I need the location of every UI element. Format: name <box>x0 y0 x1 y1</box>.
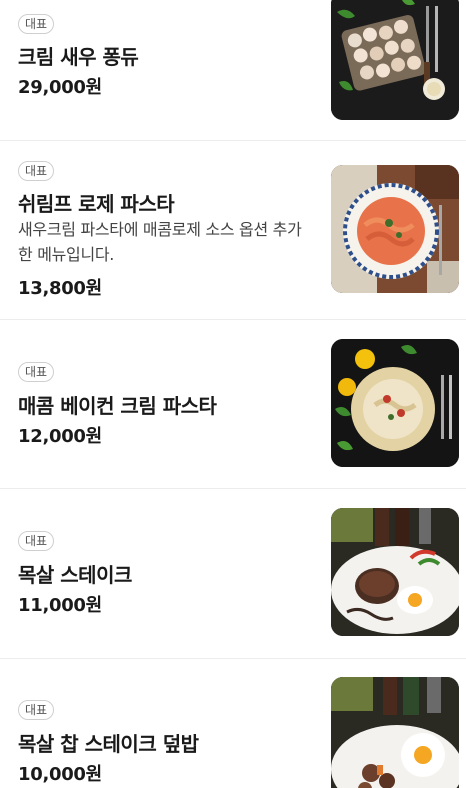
chop-steak-rice-bowl-photo-icon <box>331 677 459 788</box>
signature-badge: 대표 <box>18 362 55 382</box>
menu-item-price: 12,000원 <box>18 426 102 447</box>
menu-item-name: 매콤 베이컨 크림 파스타 <box>18 394 217 418</box>
signature-badge: 대표 <box>18 531 55 551</box>
bacon-cream-pasta-photo-icon <box>331 339 459 467</box>
menu-list: 대표 크림 새우 퐁듀 29,000원 대표 쉬림프 로제 파스타 새우크림 파… <box>0 0 466 788</box>
menu-item-photo[interactable] <box>331 339 459 467</box>
menu-item-shrimp-fondue[interactable]: 대표 크림 새우 퐁듀 29,000원 <box>0 0 466 141</box>
menu-item-name: 쉬림프 로제 파스타 <box>18 192 175 216</box>
menu-item-spicy-bacon-cream-pasta[interactable]: 대표 매콤 베이컨 크림 파스타 12,000원 <box>0 320 466 489</box>
signature-badge: 대표 <box>18 161 55 181</box>
menu-item-name: 목살 스테이크 <box>18 563 132 587</box>
signature-badge: 대표 <box>18 14 55 34</box>
shrimp-fondue-photo-icon <box>331 0 459 120</box>
menu-item-pork-chop-steak-rice-bowl[interactable]: 대표 목살 찹 스테이크 덮밥 10,000원 <box>0 659 466 788</box>
menu-item-price: 11,000원 <box>18 595 102 616</box>
menu-item-description: 새우크림 파스타에 매콤로제 소스 옵션 추가한 메뉴입니다. <box>18 220 302 264</box>
menu-item-photo[interactable] <box>331 677 459 788</box>
menu-item-shrimp-rose-pasta[interactable]: 대표 쉬림프 로제 파스타 새우크림 파스타에 매콤로제 소스 옵션 추가한 메… <box>0 141 466 320</box>
rose-pasta-photo-icon <box>331 165 459 293</box>
menu-item-name: 크림 새우 퐁듀 <box>18 45 139 69</box>
menu-item-price: 10,000원 <box>18 764 102 785</box>
pork-steak-photo-icon <box>331 508 459 636</box>
signature-badge: 대표 <box>18 700 55 720</box>
menu-item-price: 13,800원 <box>18 278 102 299</box>
menu-item-photo[interactable] <box>331 0 459 120</box>
menu-item-name: 목살 찹 스테이크 덮밥 <box>18 732 199 756</box>
menu-item-photo[interactable] <box>331 165 459 293</box>
menu-item-photo[interactable] <box>331 508 459 636</box>
menu-item-pork-neck-steak[interactable]: 대표 목살 스테이크 11,000원 <box>0 489 466 659</box>
menu-item-price: 29,000원 <box>18 77 102 98</box>
